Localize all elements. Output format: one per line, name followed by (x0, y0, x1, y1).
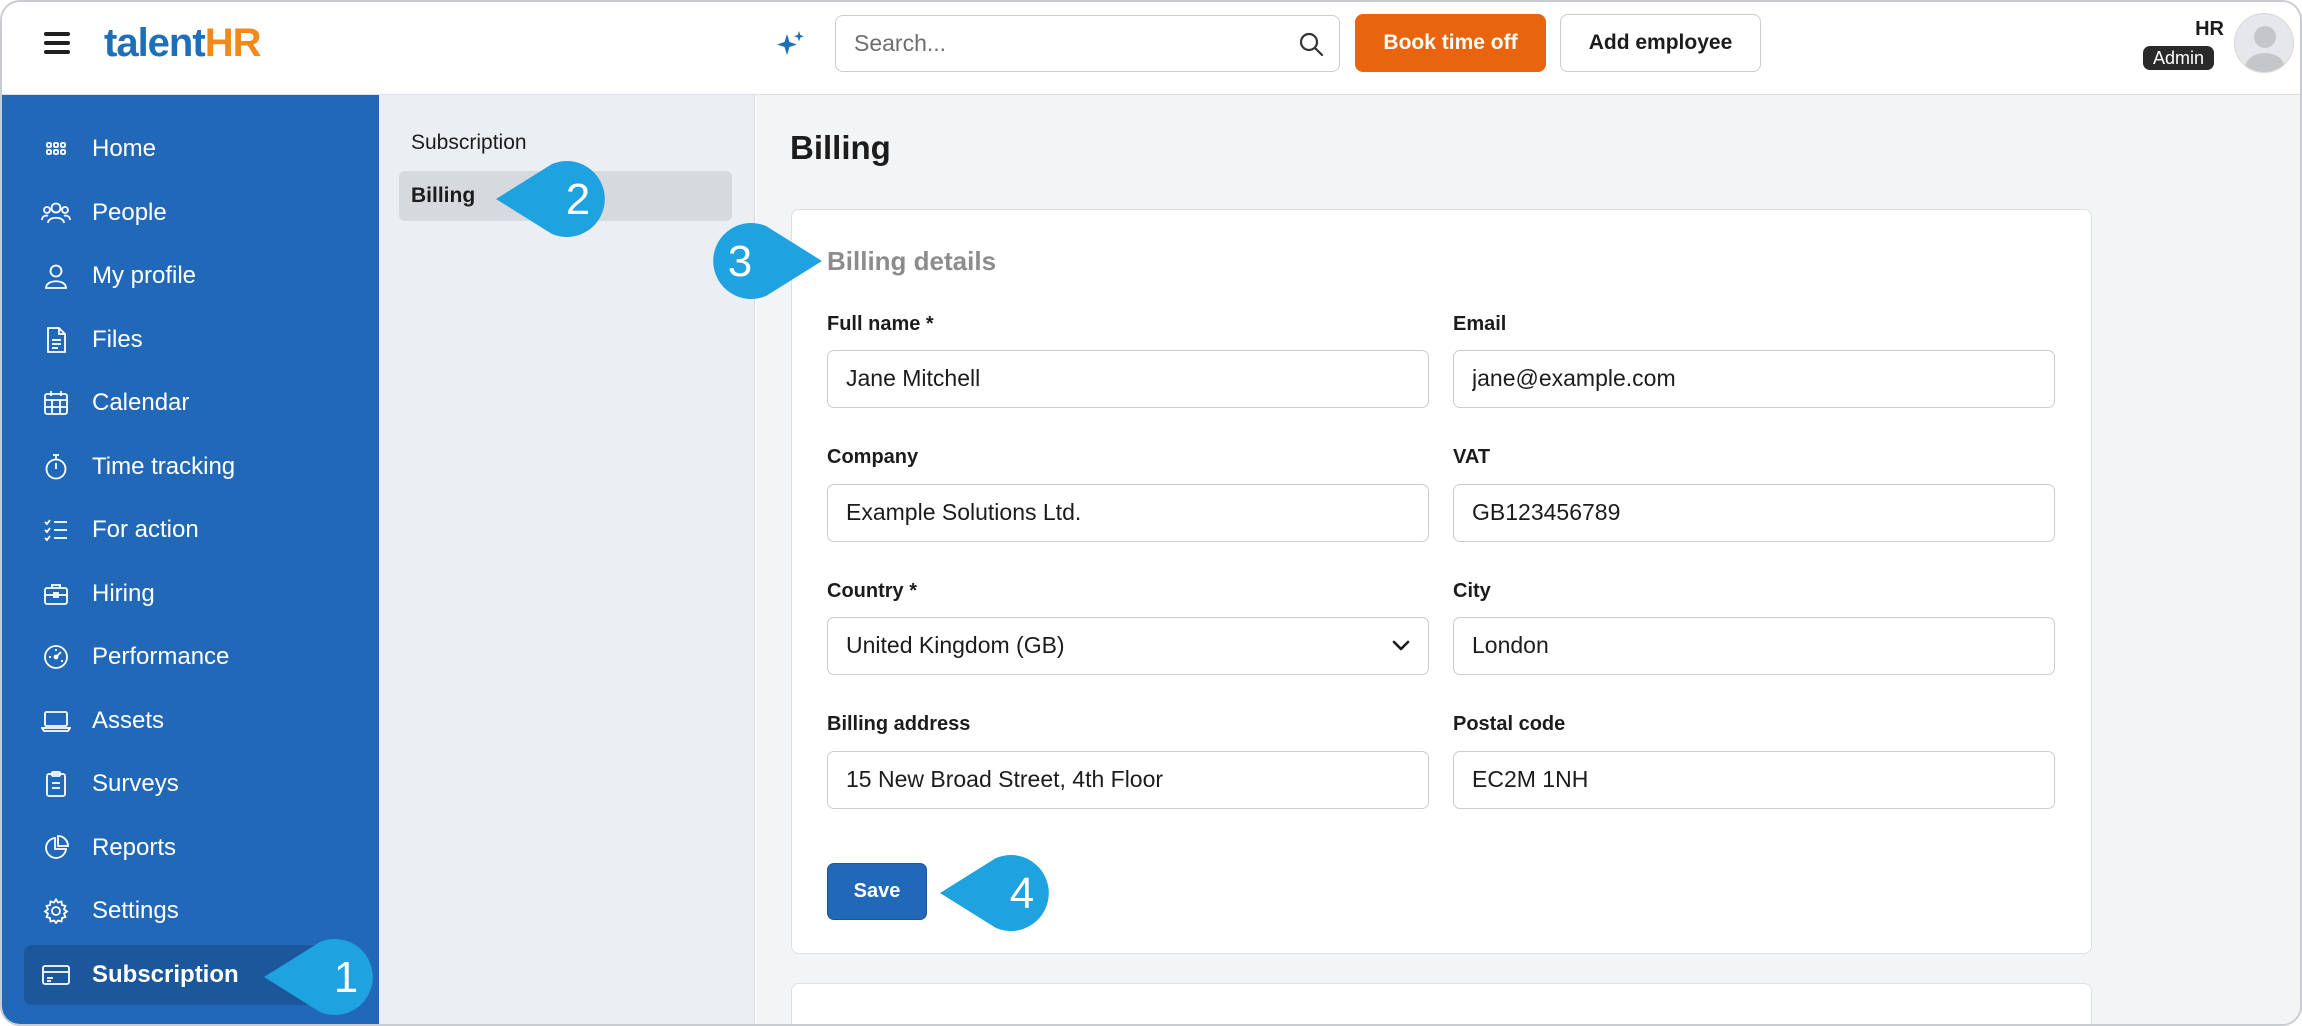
sidebar-item-label: Calendar (92, 389, 190, 416)
user-icon (40, 260, 72, 292)
sidebar-item-hiring[interactable]: Hiring (24, 564, 357, 624)
postal-code-label: Postal code (1453, 713, 1566, 735)
gauge-icon (40, 641, 72, 673)
sidebar-item-label: Performance (92, 643, 230, 670)
sidebar-item-label: Hiring (92, 580, 155, 607)
clipboard-icon (40, 768, 72, 800)
sidebar-item-label: Time tracking (92, 453, 236, 480)
stopwatch-icon (40, 451, 72, 483)
gear-icon (40, 895, 72, 927)
callout-2: 2 (496, 161, 605, 237)
grid-icon (40, 133, 72, 165)
pie-chart-icon (40, 832, 72, 864)
country-label: Country * (827, 580, 917, 602)
company-input[interactable] (846, 485, 1386, 540)
sidebar-item-performance[interactable]: Performance (24, 627, 357, 687)
role-badge: Admin (2143, 46, 2215, 70)
full-name-field[interactable] (827, 350, 1429, 408)
city-field[interactable] (1453, 617, 2055, 675)
vat-label: VAT (1453, 446, 1491, 468)
section-title: Billing details (827, 246, 997, 276)
sidebar-item-label: Subscription (92, 961, 239, 988)
company-label: Company (827, 446, 919, 468)
sidebar-item-label: Reports (92, 834, 177, 861)
sidebar: Home People My profile Files Calendar Ti… (2, 95, 379, 1024)
ai-sparkle-icon[interactable] (774, 28, 808, 62)
callout-3: 3 (713, 223, 822, 299)
menu-icon[interactable] (44, 32, 74, 58)
sidebar-item-settings[interactable]: Settings (24, 881, 357, 941)
chevron-down-icon (1392, 640, 1410, 651)
email-input[interactable] (1472, 351, 2012, 406)
secondary-card (791, 983, 2092, 1024)
sidebar-item-label: Assets (92, 707, 165, 734)
briefcase-icon (40, 578, 72, 610)
checklist-icon (40, 514, 72, 546)
billing-address-field[interactable] (827, 751, 1429, 809)
sidebar-item-calendar[interactable]: Calendar (24, 373, 357, 433)
app-logo[interactable]: talentHR (104, 18, 261, 68)
sidebar-item-label: People (92, 199, 167, 226)
sidebar-item-surveys[interactable]: Surveys (24, 754, 357, 814)
email-field[interactable] (1453, 350, 2055, 408)
page-title: Billing (790, 129, 891, 166)
user-avatar-icon (2245, 26, 2285, 72)
user-initials: HR (2195, 18, 2224, 40)
save-button[interactable]: Save (827, 863, 927, 920)
vat-field[interactable] (1453, 484, 2055, 542)
laptop-icon (40, 705, 72, 737)
billing-address-label: Billing address (827, 713, 971, 735)
callout-4: 4 (940, 855, 1049, 931)
callout-number-1: 1 (334, 953, 358, 1002)
sidebar-item-assets[interactable]: Assets (24, 691, 357, 751)
email-label: Email (1453, 313, 1507, 335)
callout-number-2: 2 (566, 175, 590, 224)
sidebar-item-label: Settings (92, 897, 179, 924)
people-icon (40, 197, 72, 229)
sidebar-item-label: Surveys (92, 770, 179, 797)
app-window: talentHR Book time off Add employee HR A… (0, 0, 2302, 1026)
sidebar-item-time-tracking[interactable]: Time tracking (24, 437, 357, 497)
sidebar-item-files[interactable]: Files (24, 310, 357, 370)
city-label: City (1453, 580, 1491, 602)
search-input[interactable] (854, 16, 1284, 70)
full-name-input[interactable] (846, 351, 1386, 406)
sidebar-item-label: Files (92, 326, 143, 353)
add-employee-button[interactable]: Add employee (1560, 14, 1761, 72)
search-icon[interactable] (1297, 30, 1325, 58)
sidebar-item-people[interactable]: People (24, 183, 357, 243)
sidebar-item-for-action[interactable]: For action (24, 500, 357, 560)
file-icon (40, 324, 72, 356)
sidebar-item-label: Home (92, 135, 157, 162)
country-value: United Kingdom (GB) (846, 632, 1065, 658)
sidebar-item-reports[interactable]: Reports (24, 818, 357, 878)
billing-details-card: Billing details Full name * Email Compan… (791, 209, 2092, 954)
postal-code-field[interactable] (1453, 751, 2055, 809)
company-field[interactable] (827, 484, 1429, 542)
calendar-icon (40, 387, 72, 419)
city-input[interactable] (1472, 618, 2012, 673)
search-box[interactable] (835, 15, 1340, 72)
sidebar-item-label: For action (92, 516, 199, 543)
callout-number-3: 3 (728, 237, 752, 286)
top-header: talentHR Book time off Add employee HR A… (2, 2, 2300, 95)
vat-input[interactable] (1472, 485, 2012, 540)
postal-code-input[interactable] (1472, 752, 2012, 807)
country-select[interactable]: United Kingdom (GB) (827, 617, 1429, 675)
full-name-label: Full name * (827, 313, 934, 335)
book-time-off-button[interactable]: Book time off (1355, 14, 1546, 72)
billing-address-input[interactable] (846, 752, 1386, 807)
callout-number-4: 4 (1010, 869, 1034, 918)
credit-card-icon (40, 959, 72, 991)
callout-1: 1 (264, 939, 373, 1015)
avatar[interactable] (2234, 13, 2294, 73)
sidebar-item-my-profile[interactable]: My profile (24, 246, 357, 306)
sidebar-item-home[interactable]: Home (24, 119, 357, 179)
sidebar-item-label: My profile (92, 262, 197, 289)
